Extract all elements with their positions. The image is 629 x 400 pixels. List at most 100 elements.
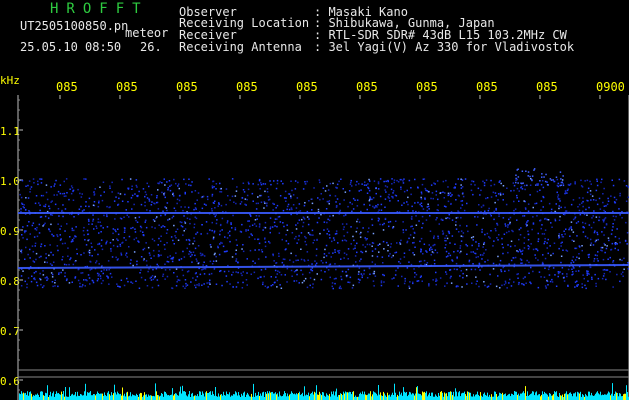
noise-dot [232,214,234,217]
noise-dot [466,253,468,255]
noise-dot [137,240,139,242]
noise-dot [272,284,274,286]
noise-dot [590,242,593,244]
bottom-bar [52,393,53,400]
noise-dot [114,229,116,231]
noise-dot [131,188,133,190]
noise-dot [169,255,171,257]
noise-dot [268,240,270,243]
bottom-bar [209,392,210,400]
noise-dot [144,279,147,281]
noise-dot [211,210,213,212]
noise-dot [591,217,593,219]
noise-dot [70,192,73,195]
bottom-bar [363,394,364,400]
noise-dot [407,210,409,212]
noise-dot [138,287,141,289]
noise-dot [470,236,473,239]
noise-dot [207,286,209,288]
noise-dot [371,224,374,226]
noise-dot [578,197,581,199]
noise-dot [586,237,589,239]
noise-dot [455,217,458,219]
noise-dot [442,191,444,193]
noise-dot [176,198,179,201]
noise-dot [311,202,314,205]
noise-dot [481,228,483,231]
noise-dot [49,263,52,265]
noise-dot [601,277,604,280]
noise-dot [406,201,408,203]
noise-dot [240,231,243,233]
noise-dot [332,252,334,254]
noise-dot [264,268,267,270]
bottom-bar [50,391,51,400]
noise-dot [276,273,278,275]
noise-dot [488,236,490,238]
noise-dot [493,183,496,186]
bottom-bar [606,394,607,400]
noise-dot [594,254,597,256]
noise-dot [504,225,507,227]
bottom-bar [362,391,363,400]
noise-dot [64,230,66,232]
noise-dot [88,223,90,225]
bottom-bar [47,385,48,400]
noise-dot [134,228,136,230]
noise-dot [81,193,83,195]
noise-dot [481,231,483,233]
noise-dot [175,268,178,270]
noise-dot [205,221,208,223]
noise-dot [586,179,589,182]
bottom-bar [203,393,204,400]
noise-dot [51,214,54,216]
bottom-bar [444,392,445,400]
noise-dot [280,180,282,182]
bottom-bar [327,394,328,400]
noise-dot [358,281,360,284]
noise-dot [369,273,371,275]
noise-dot [569,183,571,186]
noise-dot [502,266,504,269]
bottom-bar [575,392,576,400]
noise-dot [386,241,388,244]
noise-dot [528,261,530,264]
bottom-bar [531,393,532,400]
noise-dot [358,183,360,185]
bottom-bar [83,395,84,400]
noise-dot [175,237,177,239]
noise-dot [350,179,352,182]
bottom-bar [58,393,59,400]
bottom-bar [416,387,417,400]
bottom-bar [587,396,588,400]
noise-dot [343,226,345,228]
noise-dot [300,258,303,261]
bottom-bar [537,395,538,400]
noise-dot [164,214,166,216]
noise-dot [286,224,288,226]
noise-dot [474,268,477,271]
noise-dot [382,229,385,231]
noise-dot [152,249,155,252]
bottom-bar [487,392,488,400]
noise-dot [106,215,108,218]
noise-dot [328,219,331,222]
noise-dot [461,200,464,202]
bottom-bar [251,393,252,400]
noise-dot [76,248,78,250]
noise-dot [384,198,387,200]
meteor-echo-dot [521,170,524,172]
noise-dot [258,242,261,245]
noise-dot [20,251,23,254]
noise-dot [72,263,75,266]
noise-dot [389,253,391,255]
noise-dot [295,259,297,262]
noise-dot [85,244,88,246]
noise-dot [403,282,406,285]
bottom-bar [171,394,172,400]
noise-dot [285,234,287,236]
bottom-bar [543,394,544,400]
noise-dot [306,180,308,183]
bottom-bar [471,396,472,400]
bottom-bar [376,393,377,400]
